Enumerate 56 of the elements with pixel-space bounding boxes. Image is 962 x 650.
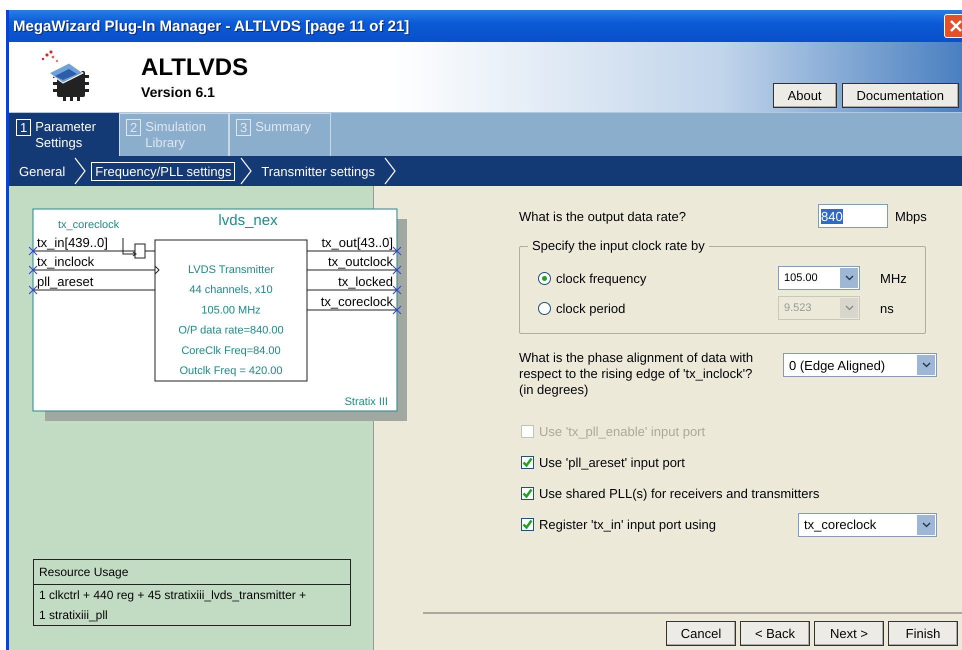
breadcrumb-item[interactable]: General <box>15 162 70 180</box>
group-legend: Specify the input clock rate by <box>528 238 709 253</box>
value-dropdown[interactable]: 105.00 <box>778 266 860 290</box>
port-label: tx_outclock <box>328 254 393 269</box>
component-title: ALTLVDS <box>141 54 248 82</box>
breadcrumb-item[interactable]: Transmitter settings <box>257 162 380 180</box>
wizard-button[interactable]: < Back <box>740 621 810 646</box>
phase-dropdown[interactable]: 0 (Edge Aligned) <box>783 353 937 377</box>
resource-usage-line: 1 clkctrl + 440 reg + 45 stratixiii_lvds_transmitter + <box>38 587 308 604</box>
check-icon <box>522 457 533 468</box>
wizard-button[interactable]: Next > <box>814 621 884 646</box>
chevron-icon <box>239 157 254 185</box>
data-rate-field[interactable]: 840 <box>818 204 888 228</box>
device-family: Stratix III <box>344 396 388 408</box>
checkbox-option[interactable]: Use shared PLL(s) for receivers and transmitters <box>519 486 820 501</box>
register-symbol <box>122 238 146 258</box>
checkbox-option[interactable]: Register 'tx_in' input port using <box>519 517 798 532</box>
check-icon <box>522 488 533 499</box>
wizard-button[interactable]: Finish <box>888 621 958 646</box>
port-label: tx_out[43..0] <box>321 235 393 250</box>
instance-name: lvds_nex <box>218 212 278 229</box>
window-title: MegaWizard Plug-In Manager - ALTLVDS [page 11 of 21] <box>12 18 410 34</box>
close-icon <box>949 19 962 33</box>
port-label: pll_areset <box>37 274 94 289</box>
block-info-line: Outclk Freq = 420.00 <box>179 365 283 377</box>
chevron-icon <box>383 157 398 185</box>
step-tab[interactable]: 1 Parameter Settings <box>9 113 119 156</box>
unit-label: ns <box>880 300 894 316</box>
field-label: What is the output data rate? <box>519 208 687 224</box>
breadcrumb-item[interactable]: Frequency/PLL settings <box>91 162 236 180</box>
checkbox-option[interactable]: Use 'pll_areset' input port <box>519 455 798 470</box>
port-label: tx_locked <box>338 274 393 289</box>
port-label: tx_inclock <box>37 254 94 269</box>
port-label: tx_coreclock <box>320 294 393 309</box>
unit-label: Mbps <box>895 208 927 224</box>
version-label: Version 6.1 <box>141 84 216 100</box>
field-label: What is the phase alignment of data with respect to the rising edge of 'tx_inclock'? (in degrees) <box>519 350 754 398</box>
block-info-line: CoreClk Freq=84.00 <box>181 344 281 357</box>
radio-option[interactable]: clock frequency <box>520 270 778 286</box>
port-label: tx_in[439..0] <box>37 235 108 250</box>
header-button[interactable]: Documentation <box>842 83 959 108</box>
block-info-line: O/P data rate=840.00 <box>178 324 284 337</box>
clock-input-mark <box>154 266 160 274</box>
clock-dropdown[interactable]: tx_coreclock <box>798 512 937 536</box>
header-button[interactable]: About <box>772 83 837 108</box>
wizard-button[interactable]: Cancel <box>666 621 736 646</box>
close-button[interactable] <box>944 14 962 38</box>
block-info-line: 44 channels, x10 <box>189 284 273 296</box>
unit-label: MHz <box>880 270 907 286</box>
check-icon <box>522 519 533 530</box>
resource-usage-line: 1 stratixiii_pll <box>38 607 109 624</box>
resource-usage-title: Resource Usage <box>34 560 350 585</box>
block-info-line: 105.00 MHz <box>201 304 261 316</box>
block-info-line: LVDS Transmitter <box>188 264 274 276</box>
chevron-icon <box>73 157 88 185</box>
clock-label: tx_coreclock <box>58 219 120 231</box>
